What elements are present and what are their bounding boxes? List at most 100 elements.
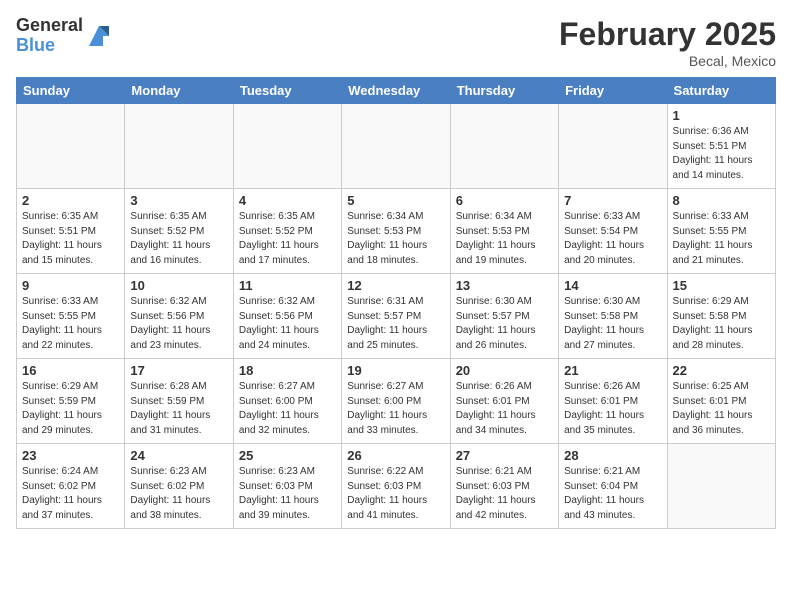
calendar-cell: 5 Sunrise: 6:34 AM Sunset: 5:53 PM Daylig… xyxy=(342,189,450,274)
calendar-cell: 12 Sunrise: 6:31 AM Sunset: 5:57 PM Dayli… xyxy=(342,274,450,359)
day-info: Sunrise: 6:32 AM Sunset: 5:56 PM Dayligh… xyxy=(130,295,227,353)
calendar-cell: 2 Sunrise: 6:35 AM Sunset: 5:51 PM Daylig… xyxy=(17,189,125,274)
calendar-cell xyxy=(233,104,341,189)
calendar-header-row: SundayMondayTuesdayWednesdayThursdayFrid… xyxy=(17,78,776,104)
calendar-cell: 20 Sunrise: 6:26 AM Sunset: 6:01 PM Dayli… xyxy=(450,359,558,444)
day-number: 10 xyxy=(130,278,227,293)
calendar-cell xyxy=(667,444,775,529)
calendar-cell: 14Sunrise: 6:30 AM Sunset: 5:58 PM Dayli… xyxy=(559,274,667,359)
calendar-cell: 22 Sunrise: 6:25 AM Sunset: 6:01 PM Dayli… xyxy=(667,359,775,444)
day-number: 4 xyxy=(239,193,336,208)
calendar-cell: 10 Sunrise: 6:32 AM Sunset: 5:56 PM Dayli… xyxy=(125,274,233,359)
day-info: Sunrise: 6:28 AM Sunset: 5:59 PM Dayligh… xyxy=(130,380,227,438)
day-number: 27 xyxy=(456,448,553,463)
title-block: February 2025 Becal, Mexico xyxy=(559,16,776,69)
day-info: Sunrise: 6:22 AM Sunset: 6:03 PM Dayligh… xyxy=(347,465,444,523)
calendar-cell: 15 Sunrise: 6:29 AM Sunset: 5:58 PM Dayli… xyxy=(667,274,775,359)
day-number: 19 xyxy=(347,363,444,378)
day-number: 14 xyxy=(564,278,661,293)
calendar-cell xyxy=(559,104,667,189)
day-info: Sunrise: 6:26 AM Sunset: 6:01 PM Dayligh… xyxy=(456,380,553,438)
calendar-cell: 8 Sunrise: 6:33 AM Sunset: 5:55 PM Daylig… xyxy=(667,189,775,274)
calendar-header-saturday: Saturday xyxy=(667,78,775,104)
calendar-cell: 24 Sunrise: 6:23 AM Sunset: 6:02 PM Dayli… xyxy=(125,444,233,529)
calendar-cell: 9 Sunrise: 6:33 AM Sunset: 5:55 PM Daylig… xyxy=(17,274,125,359)
calendar-header-tuesday: Tuesday xyxy=(233,78,341,104)
day-number: 20 xyxy=(456,363,553,378)
calendar-cell: 28Sunrise: 6:21 AM Sunset: 6:04 PM Dayli… xyxy=(559,444,667,529)
calendar-cell: 25Sunrise: 6:23 AM Sunset: 6:03 PM Dayli… xyxy=(233,444,341,529)
calendar-cell: 17 Sunrise: 6:28 AM Sunset: 5:59 PM Dayli… xyxy=(125,359,233,444)
calendar-cell: 18Sunrise: 6:27 AM Sunset: 6:00 PM Dayli… xyxy=(233,359,341,444)
day-number: 16 xyxy=(22,363,119,378)
calendar-cell: 13 Sunrise: 6:30 AM Sunset: 5:57 PM Dayli… xyxy=(450,274,558,359)
calendar-cell: 21 Sunrise: 6:26 AM Sunset: 6:01 PM Dayli… xyxy=(559,359,667,444)
page-header: General Blue February 2025 Becal, Mexico xyxy=(16,16,776,69)
day-info: Sunrise: 6:33 AM Sunset: 5:54 PM Dayligh… xyxy=(564,210,661,268)
day-number: 8 xyxy=(673,193,770,208)
calendar-header-thursday: Thursday xyxy=(450,78,558,104)
day-info: Sunrise: 6:35 AM Sunset: 5:52 PM Dayligh… xyxy=(130,210,227,268)
day-info: Sunrise: 6:26 AM Sunset: 6:01 PM Dayligh… xyxy=(564,380,661,438)
day-number: 22 xyxy=(673,363,770,378)
calendar-cell: 19 Sunrise: 6:27 AM Sunset: 6:00 PM Dayli… xyxy=(342,359,450,444)
calendar-cell: 23 Sunrise: 6:24 AM Sunset: 6:02 PM Dayli… xyxy=(17,444,125,529)
calendar-table: SundayMondayTuesdayWednesdayThursdayFrid… xyxy=(16,77,776,529)
calendar-cell xyxy=(125,104,233,189)
day-info: Sunrise: 6:32 AM Sunset: 5:56 PM Dayligh… xyxy=(239,295,336,353)
day-number: 17 xyxy=(130,363,227,378)
logo-blue: Blue xyxy=(16,36,83,56)
day-info: Sunrise: 6:25 AM Sunset: 6:01 PM Dayligh… xyxy=(673,380,770,438)
calendar-week-row: 1 Sunrise: 6:36 AM Sunset: 5:51 PM Daylig… xyxy=(17,104,776,189)
calendar-header-monday: Monday xyxy=(125,78,233,104)
day-info: Sunrise: 6:29 AM Sunset: 5:58 PM Dayligh… xyxy=(673,295,770,353)
calendar-cell xyxy=(450,104,558,189)
calendar-header-wednesday: Wednesday xyxy=(342,78,450,104)
day-info: Sunrise: 6:35 AM Sunset: 5:51 PM Dayligh… xyxy=(22,210,119,268)
day-number: 13 xyxy=(456,278,553,293)
day-info: Sunrise: 6:36 AM Sunset: 5:51 PM Dayligh… xyxy=(673,125,770,183)
day-info: Sunrise: 6:35 AM Sunset: 5:52 PM Dayligh… xyxy=(239,210,336,268)
day-number: 15 xyxy=(673,278,770,293)
day-info: Sunrise: 6:27 AM Sunset: 6:00 PM Dayligh… xyxy=(347,380,444,438)
calendar-cell: 3 Sunrise: 6:35 AM Sunset: 5:52 PM Daylig… xyxy=(125,189,233,274)
month-year-title: February 2025 xyxy=(559,16,776,53)
day-number: 2 xyxy=(22,193,119,208)
day-info: Sunrise: 6:34 AM Sunset: 5:53 PM Dayligh… xyxy=(347,210,444,268)
day-info: Sunrise: 6:30 AM Sunset: 5:57 PM Dayligh… xyxy=(456,295,553,353)
calendar-cell: 11 Sunrise: 6:32 AM Sunset: 5:56 PM Dayli… xyxy=(233,274,341,359)
day-number: 5 xyxy=(347,193,444,208)
logo-general: General xyxy=(16,16,83,36)
day-number: 3 xyxy=(130,193,227,208)
day-number: 12 xyxy=(347,278,444,293)
day-number: 6 xyxy=(456,193,553,208)
day-number: 1 xyxy=(673,108,770,123)
day-info: Sunrise: 6:27 AM Sunset: 6:00 PM Dayligh… xyxy=(239,380,336,438)
day-info: Sunrise: 6:24 AM Sunset: 6:02 PM Dayligh… xyxy=(22,465,119,523)
day-number: 23 xyxy=(22,448,119,463)
day-number: 11 xyxy=(239,278,336,293)
calendar-cell xyxy=(17,104,125,189)
location-subtitle: Becal, Mexico xyxy=(559,53,776,69)
calendar-cell: 26 Sunrise: 6:22 AM Sunset: 6:03 PM Dayli… xyxy=(342,444,450,529)
day-info: Sunrise: 6:21 AM Sunset: 6:03 PM Dayligh… xyxy=(456,465,553,523)
day-number: 26 xyxy=(347,448,444,463)
day-info: Sunrise: 6:23 AM Sunset: 6:03 PM Dayligh… xyxy=(239,465,336,523)
calendar-week-row: 23 Sunrise: 6:24 AM Sunset: 6:02 PM Dayli… xyxy=(17,444,776,529)
day-info: Sunrise: 6:33 AM Sunset: 5:55 PM Dayligh… xyxy=(22,295,119,353)
calendar-cell: 1 Sunrise: 6:36 AM Sunset: 5:51 PM Daylig… xyxy=(667,104,775,189)
calendar-cell: 6 Sunrise: 6:34 AM Sunset: 5:53 PM Daylig… xyxy=(450,189,558,274)
day-info: Sunrise: 6:34 AM Sunset: 5:53 PM Dayligh… xyxy=(456,210,553,268)
day-info: Sunrise: 6:29 AM Sunset: 5:59 PM Dayligh… xyxy=(22,380,119,438)
calendar-cell xyxy=(342,104,450,189)
day-number: 21 xyxy=(564,363,661,378)
day-number: 9 xyxy=(22,278,119,293)
calendar-cell: 16 Sunrise: 6:29 AM Sunset: 5:59 PM Dayli… xyxy=(17,359,125,444)
day-info: Sunrise: 6:21 AM Sunset: 6:04 PM Dayligh… xyxy=(564,465,661,523)
day-info: Sunrise: 6:31 AM Sunset: 5:57 PM Dayligh… xyxy=(347,295,444,353)
day-number: 24 xyxy=(130,448,227,463)
logo-icon xyxy=(85,22,113,50)
day-info: Sunrise: 6:33 AM Sunset: 5:55 PM Dayligh… xyxy=(673,210,770,268)
calendar-week-row: 2 Sunrise: 6:35 AM Sunset: 5:51 PM Daylig… xyxy=(17,189,776,274)
day-info: Sunrise: 6:23 AM Sunset: 6:02 PM Dayligh… xyxy=(130,465,227,523)
